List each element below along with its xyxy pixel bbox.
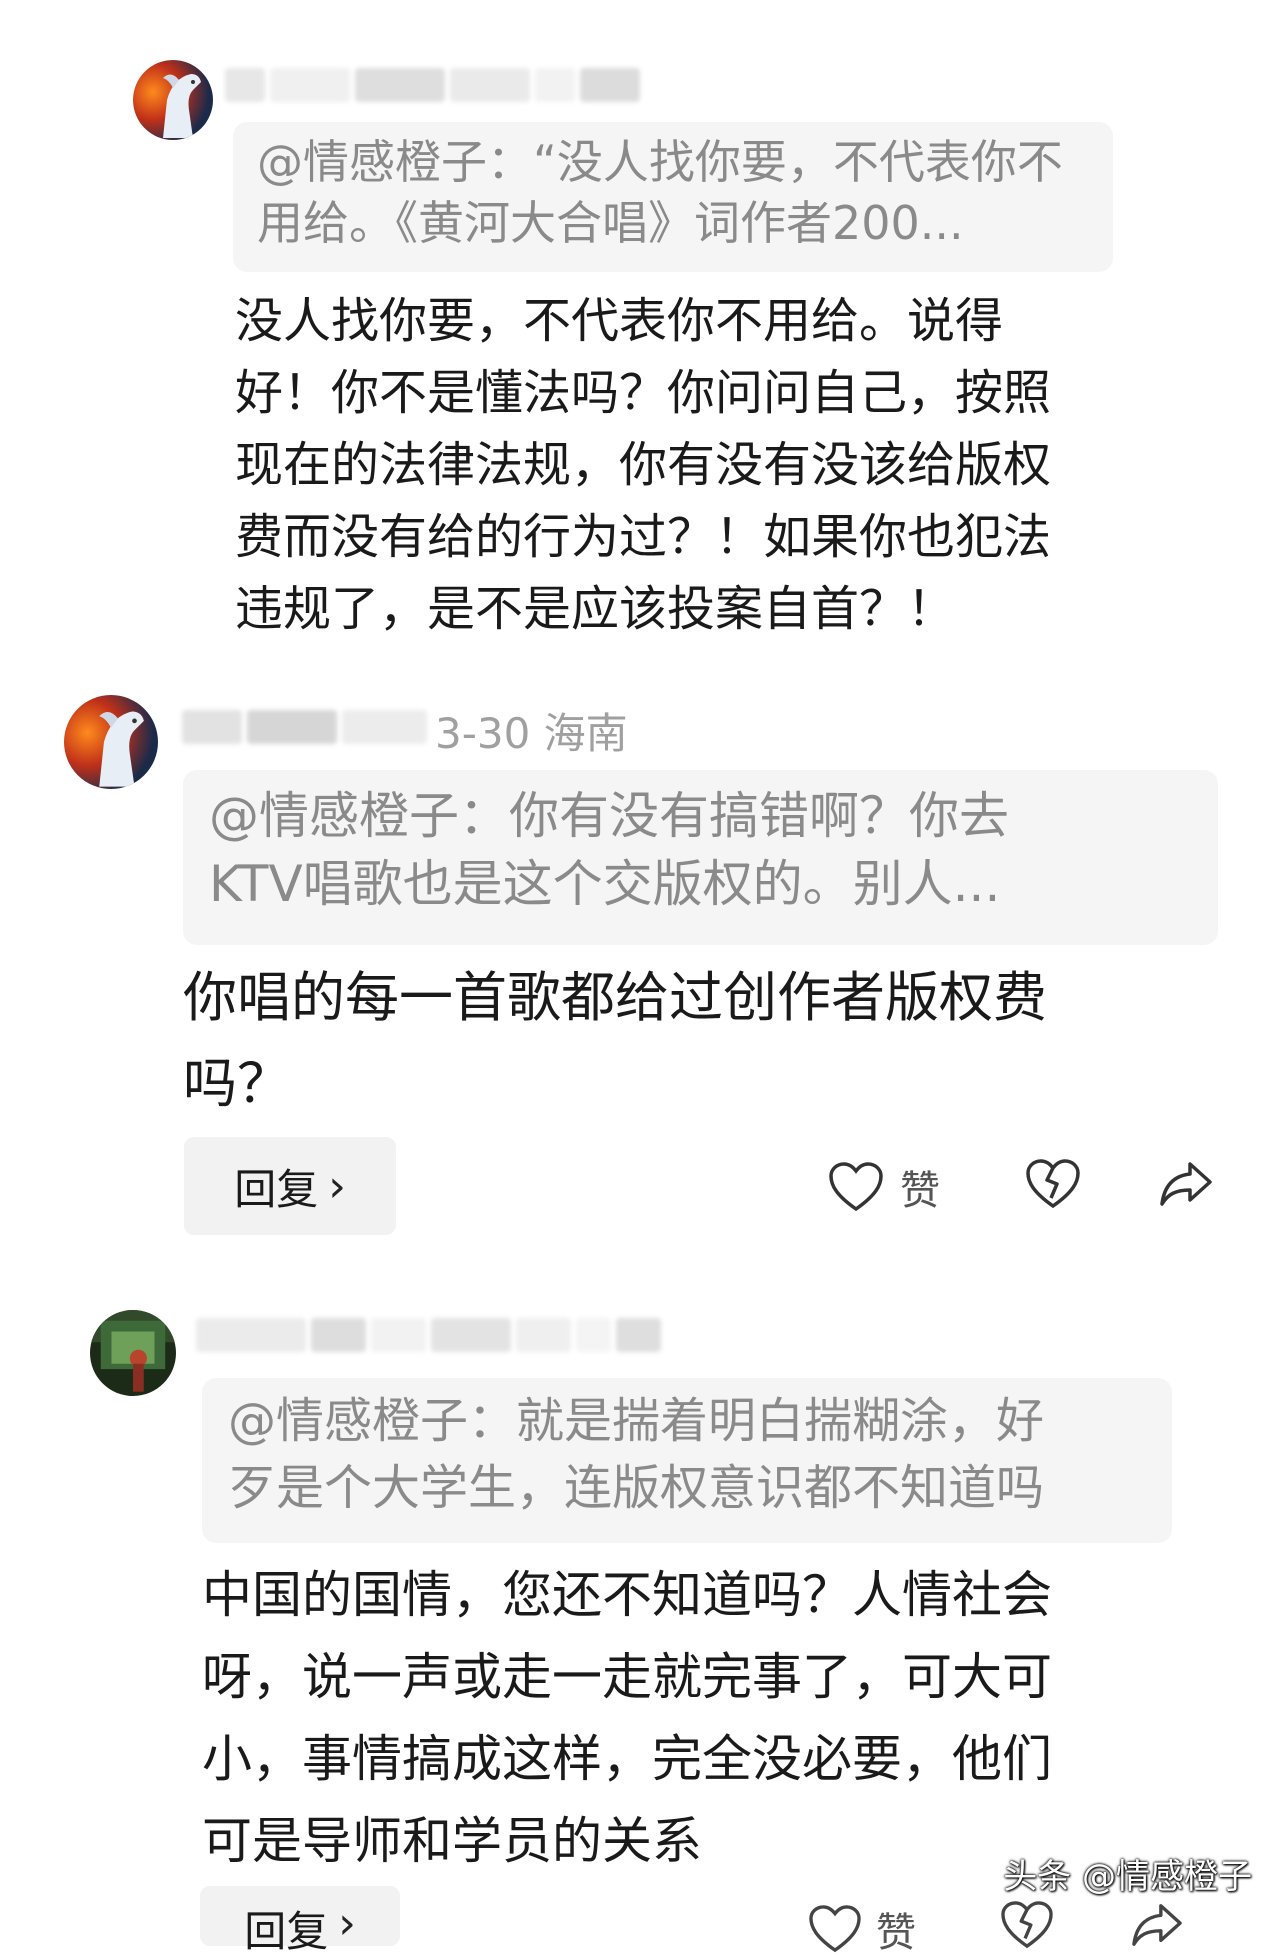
reply-label: 回复: [244, 1907, 329, 1956]
avatar-horse-image: [64, 695, 158, 789]
like-button[interactable]: 赞: [808, 1900, 916, 1958]
heart-icon: [809, 1905, 861, 1953]
share-button[interactable]: [1158, 1158, 1214, 1210]
share-button[interactable]: [1130, 1900, 1184, 1950]
quote-line: KTV唱歌也是这个交版权的。别人...: [209, 855, 1001, 913]
like-label: 赞: [876, 1910, 916, 1956]
reply-button[interactable]: 回复 ›: [200, 1886, 400, 1956]
comment-body: 你唱的每一首歌都给过创作者版权费 吗？: [183, 955, 1047, 1127]
username-blurred: [196, 1318, 661, 1352]
broken-heart-icon: [1001, 1901, 1053, 1949]
avatar-horse-image: [133, 60, 213, 140]
comment-body: 中国的国情，您还不知道吗？人情社会 呀，说一声或走一走就完事了，可大可 小，事情…: [202, 1554, 1052, 1882]
quote-line: @情感橙子：“没人找你要，不代表你不: [257, 135, 1063, 189]
heart-icon: [829, 1162, 883, 1212]
quoted-comment[interactable]: @情感橙子：“没人找你要，不代表你不 用给。《黄河大合唱》词作者200...: [233, 122, 1113, 272]
watermark: 头条 @情感橙子: [1003, 1857, 1252, 1897]
username-blurred: [182, 710, 427, 744]
username-blurred: [225, 68, 640, 102]
dislike-button[interactable]: [1025, 1158, 1081, 1210]
quote-line: @情感橙子：就是揣着明白揣糊涂，好: [228, 1393, 1045, 1449]
share-icon: [1132, 1904, 1182, 1946]
dislike-button[interactable]: [1000, 1900, 1054, 1950]
avatar[interactable]: [90, 1310, 176, 1396]
avatar[interactable]: [133, 60, 213, 140]
chevron-right-icon: ›: [328, 1160, 346, 1212]
quoted-comment[interactable]: @情感橙子：你有没有搞错啊？你去 KTV唱歌也是这个交版权的。别人...: [183, 770, 1218, 945]
comment-line: 违规了，是不是应该投案自首？！: [235, 581, 956, 637]
comment-body: 没人找你要，不代表你不用给。说得 好！你不是懂法吗？你问问自己，按照 现在的法律…: [235, 285, 1051, 645]
avatar-photo-image: [90, 1310, 176, 1396]
comment-line: 小，事情搞成这样，完全没必要，他们: [202, 1730, 1052, 1788]
share-icon: [1160, 1162, 1212, 1206]
broken-heart-icon: [1026, 1159, 1080, 1209]
comment-line: 可是导师和学员的关系: [202, 1812, 702, 1870]
like-button[interactable]: 赞: [828, 1158, 940, 1216]
comment-time-location: 3-30 海南: [435, 709, 628, 758]
reply-label: 回复: [234, 1164, 319, 1214]
like-label: 赞: [900, 1168, 940, 1214]
comment-line: 呀，说一声或走一走就完事了，可大可: [202, 1648, 1052, 1706]
quote-line: @情感橙子：你有没有搞错啊？你去: [209, 787, 1009, 845]
quote-line: 用给。《黄河大合唱》词作者200...: [257, 196, 964, 250]
comment-line: 费而没有给的行为过？！如果你也犯法: [235, 509, 1052, 565]
comment-line: 吗？: [183, 1052, 291, 1115]
quoted-comment[interactable]: @情感橙子：就是揣着明白揣糊涂，好 歹是个大学生，连版权意识都不知道吗: [202, 1378, 1172, 1543]
comment-line: 现在的法律法规，你有没有没该给版权: [235, 437, 1052, 493]
chevron-right-icon: ›: [338, 1898, 356, 1949]
quote-line: 歹是个大学生，连版权意识都不知道吗: [228, 1460, 1045, 1516]
avatar[interactable]: [64, 695, 158, 789]
comment-line: 没人找你要，不代表你不用给。说得: [235, 293, 1004, 349]
comment-line: 中国的国情，您还不知道吗？人情社会: [202, 1566, 1052, 1624]
comment-line: 好！你不是懂法吗？你问问自己，按照: [235, 365, 1052, 421]
comment-line: 你唱的每一首歌都给过创作者版权费: [183, 966, 1047, 1029]
reply-button[interactable]: 回复 ›: [184, 1137, 396, 1235]
